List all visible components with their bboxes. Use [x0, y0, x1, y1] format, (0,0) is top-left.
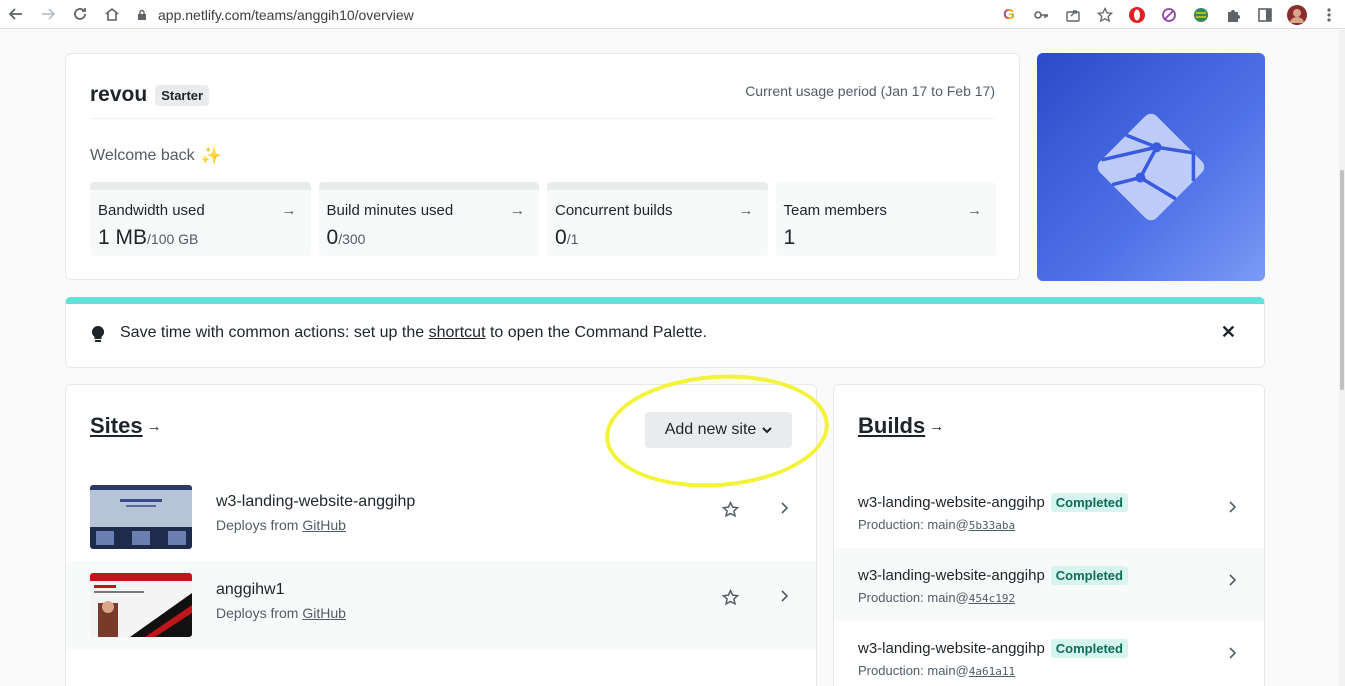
- site-name[interactable]: anggihw1: [216, 581, 285, 599]
- close-icon[interactable]: ✕: [1221, 322, 1236, 343]
- back-button[interactable]: [0, 0, 32, 29]
- site-deploy-source: Deploys from GitHub: [216, 605, 346, 621]
- team-overview-card: revou Starter Current usage period (Jan …: [65, 53, 1020, 280]
- status-badge: Completed: [1050, 493, 1128, 512]
- opera-extension-icon[interactable]: [1121, 0, 1153, 29]
- commit-hash-link[interactable]: 5b33aba: [969, 519, 1015, 532]
- usage-stats: Bandwidth used → 1 MB/100 GB Build minut…: [90, 182, 996, 256]
- profile-avatar-icon[interactable]: [1281, 0, 1313, 29]
- build-meta: Production: main@454c192: [858, 590, 1016, 605]
- site-thumbnail: [90, 485, 192, 549]
- globe-extension-icon[interactable]: [1185, 0, 1217, 29]
- chevron-right-icon[interactable]: [780, 589, 789, 606]
- arrow-right-icon: →: [510, 202, 525, 219]
- lightbulb-icon: [91, 325, 105, 346]
- stat-concurrent-builds[interactable]: Concurrent builds → 0/1: [547, 182, 768, 256]
- extensions-puzzle-icon[interactable]: [1217, 0, 1249, 29]
- netlify-logo-icon: [1097, 113, 1205, 221]
- arrow-right-icon: →: [929, 417, 945, 435]
- stat-label: Concurrent builds: [555, 202, 673, 219]
- stat-label: Build minutes used: [326, 202, 454, 219]
- team-name-text: revou: [90, 83, 148, 106]
- scrollbar-thumb[interactable]: [1340, 170, 1344, 390]
- stat-bandwidth[interactable]: Bandwidth used → 1 MB/100 GB: [90, 182, 311, 256]
- welcome-message: Welcome back ✨: [90, 146, 222, 166]
- share-icon[interactable]: [1057, 0, 1089, 29]
- build-meta: Production: main@4a61a11: [858, 663, 1016, 678]
- plan-badge: Starter: [155, 84, 210, 106]
- stat-value: 0/300: [326, 226, 366, 249]
- add-new-site-button[interactable]: Add new site: [645, 412, 792, 448]
- arrow-right-icon: →: [281, 202, 297, 219]
- browser-toolbar: app.netlify.com/teams/anggih10/overview …: [0, 0, 1345, 29]
- build-row[interactable]: w3-landing-website-anggihp Completed Prod…: [834, 548, 1264, 621]
- stat-value: 1 MB/100 GB: [98, 226, 199, 249]
- stat-label: Team members: [783, 202, 887, 219]
- forward-button[interactable]: [32, 0, 64, 29]
- google-icon[interactable]: G: [993, 0, 1025, 29]
- stat-team-members[interactable]: Team members → 1: [775, 182, 996, 256]
- sites-card: Sites → Add new site w3-landing-website-a…: [65, 384, 817, 686]
- builds-title[interactable]: Builds →: [858, 413, 944, 439]
- stat-build-minutes[interactable]: Build minutes used → 0/300: [318, 182, 539, 256]
- arrow-right-icon: [42, 8, 56, 20]
- chevron-right-icon[interactable]: [1228, 646, 1237, 663]
- github-link[interactable]: GitHub: [302, 605, 346, 621]
- chevron-right-icon[interactable]: [780, 501, 789, 518]
- home-icon: [105, 7, 119, 21]
- build-row[interactable]: w3-landing-website-anggihp Completed Prod…: [834, 621, 1264, 686]
- key-icon[interactable]: [1025, 0, 1057, 29]
- status-badge: Completed: [1050, 566, 1128, 585]
- page-scrollbar[interactable]: [1339, 30, 1345, 686]
- team-name: revou Starter: [90, 83, 210, 107]
- side-panel-icon[interactable]: [1249, 0, 1281, 29]
- status-badge: Completed: [1050, 639, 1128, 658]
- reload-button[interactable]: [64, 0, 96, 29]
- arrow-left-icon: [8, 8, 22, 20]
- build-meta: Production: main@5b33aba: [858, 517, 1016, 532]
- divider: [90, 118, 995, 119]
- build-site-name: w3-landing-website-anggihp Completed: [858, 639, 1128, 658]
- arrow-right-icon: →: [967, 202, 982, 219]
- stat-value: 0/1: [555, 226, 579, 249]
- lock-icon: [138, 9, 146, 20]
- home-button[interactable]: [96, 0, 128, 29]
- netlify-logo-card: [1037, 53, 1265, 281]
- stat-value: 1: [783, 226, 796, 249]
- chevron-right-icon[interactable]: [1228, 573, 1237, 590]
- stat-label: Bandwidth used: [98, 202, 205, 219]
- site-row[interactable]: w3-landing-website-anggihp Deploys from …: [66, 473, 816, 561]
- build-site-name: w3-landing-website-anggihp Completed: [858, 566, 1128, 585]
- build-row[interactable]: w3-landing-website-anggihp Completed Prod…: [834, 475, 1264, 548]
- site-thumbnail: [90, 573, 192, 637]
- builds-card: Builds → w3-landing-website-anggihp Comple…: [833, 384, 1265, 686]
- bookmark-star-icon[interactable]: [1089, 0, 1121, 29]
- commit-hash-link[interactable]: 454c192: [969, 592, 1015, 605]
- build-site-name: w3-landing-website-anggihp Completed: [858, 493, 1128, 512]
- chevron-right-icon[interactable]: [1228, 500, 1237, 517]
- site-deploy-source: Deploys from GitHub: [216, 517, 346, 533]
- chevron-down-icon: [762, 427, 773, 434]
- commit-hash-link[interactable]: 4a61a11: [969, 665, 1015, 678]
- site-row[interactable]: anggihw1 Deploys from GitHub: [66, 561, 816, 649]
- site-name[interactable]: w3-landing-website-anggihp: [216, 493, 415, 511]
- arrow-right-icon: →: [738, 202, 754, 219]
- sparkle-icon: ✨: [200, 146, 222, 165]
- tip-text: Save time with common actions: set up th…: [120, 324, 707, 341]
- star-icon[interactable]: [721, 500, 740, 523]
- command-palette-tip: Save time with common actions: set up th…: [65, 297, 1265, 368]
- url-text: app.netlify.com/teams/anggih10/overview: [158, 6, 414, 23]
- arrow-right-icon: →: [146, 417, 162, 435]
- reload-icon: [74, 8, 86, 20]
- shortcut-link[interactable]: shortcut: [429, 324, 486, 341]
- welcome-text: Welcome back: [90, 147, 195, 164]
- address-bar[interactable]: app.netlify.com/teams/anggih10/overview: [136, 4, 414, 25]
- star-icon[interactable]: [721, 588, 740, 611]
- usage-period: Current usage period (Jan 17 to Feb 17): [745, 83, 995, 99]
- github-link[interactable]: GitHub: [302, 517, 346, 533]
- kebab-menu-icon[interactable]: [1313, 0, 1345, 29]
- block-extension-icon[interactable]: [1153, 0, 1185, 29]
- sites-title[interactable]: Sites →: [90, 413, 162, 439]
